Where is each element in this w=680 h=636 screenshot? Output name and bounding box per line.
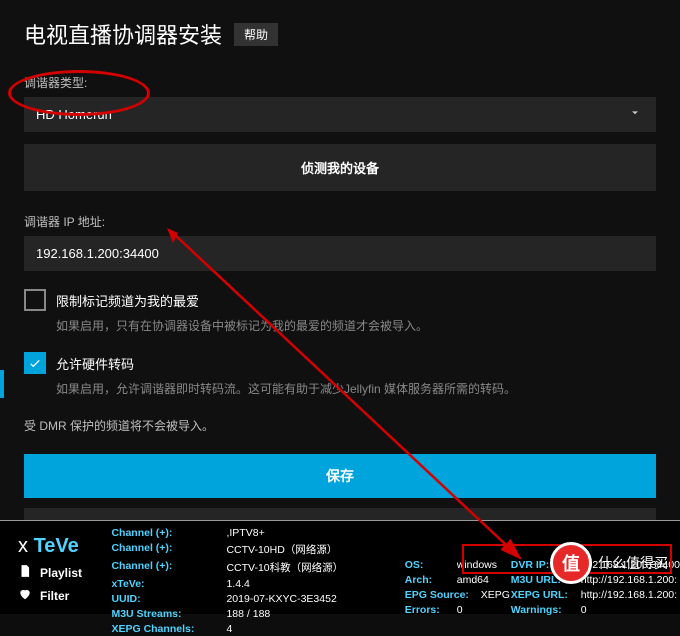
hw-transcode-desc: 如果启用，允许调谐器即时转码流。这可能有助于减少Jellyfin 媒体服务器所需… [56,380,656,397]
nav-filter-label: Filter [40,589,69,603]
watermark-badge-icon: 值 [550,542,592,584]
brand-accent-bar [0,370,4,398]
tuner-ip-label: 调谐器 IP 地址: [24,213,656,230]
info-row: XEPG Channels:4 [111,621,404,636]
favorite-channels-label: 限制标记频道为我的最爱 [56,291,199,310]
help-button[interactable]: 帮助 [234,23,278,46]
tuner-type-select-wrap: HD Homerun [24,97,656,132]
modal-header: 电视直播协调器安装 帮助 [24,18,656,50]
xteve-info-mid: Channel (+):,IPTV8+ Channel (+):CCTV-10H… [111,521,404,614]
tuner-type-select[interactable]: HD Homerun [24,97,656,132]
nav-filter[interactable]: Filter [18,587,111,604]
info-row: Channel (+):,IPTV8+ [111,525,404,540]
info-row: Channel (+):CCTV-10科教（网络源） [111,558,404,576]
tuner-setup-modal: 电视直播协调器安装 帮助 调谐器类型: HD Homerun 侦测我的设备 调谐… [0,0,680,567]
modal-title: 电视直播协调器安装 [24,18,222,50]
xteve-logo: x TeVe [18,535,111,558]
save-button[interactable]: 保存 [24,454,656,498]
info-row: UUID:2019-07-KXYC-3E3452 [111,591,404,606]
tuner-type-label: 调谐器类型: [24,74,656,91]
nav-playlist[interactable]: Playlist [18,564,111,581]
favorite-channels-desc: 如果启用，只有在协调器设备中被标记为我的最爱的频道才会被导入。 [56,317,656,334]
info-row: Channel (+):CCTV-10HD（网络源） [111,540,404,558]
watermark: 值 什么值得买 [550,542,668,584]
xteve-sidebar: x TeVe Playlist Filter [0,521,111,614]
favorite-channels-row: 限制标记频道为我的最爱 [24,289,656,311]
hw-transcode-label: 允许硬件转码 [56,354,134,373]
dmr-note: 受 DMR 保护的频道将不会被导入。 [24,417,656,434]
favorite-channels-checkbox[interactable] [24,289,46,311]
tuner-ip-input[interactable] [24,236,656,271]
detect-devices-button[interactable]: 侦测我的设备 [24,144,656,191]
hw-transcode-checkbox[interactable] [24,352,46,374]
info-row: Errors:0Warnings:0 [405,602,680,617]
document-icon [18,564,32,581]
heart-icon [18,587,32,604]
hw-transcode-row: 允许硬件转码 [24,352,656,374]
nav-playlist-label: Playlist [40,566,82,580]
info-row: xTeVe:1.4.4 [111,576,404,591]
watermark-text: 什么值得买 [598,553,668,573]
info-row: EPG Source:XEPGXEPG URL:http://192.168.1… [405,587,680,602]
